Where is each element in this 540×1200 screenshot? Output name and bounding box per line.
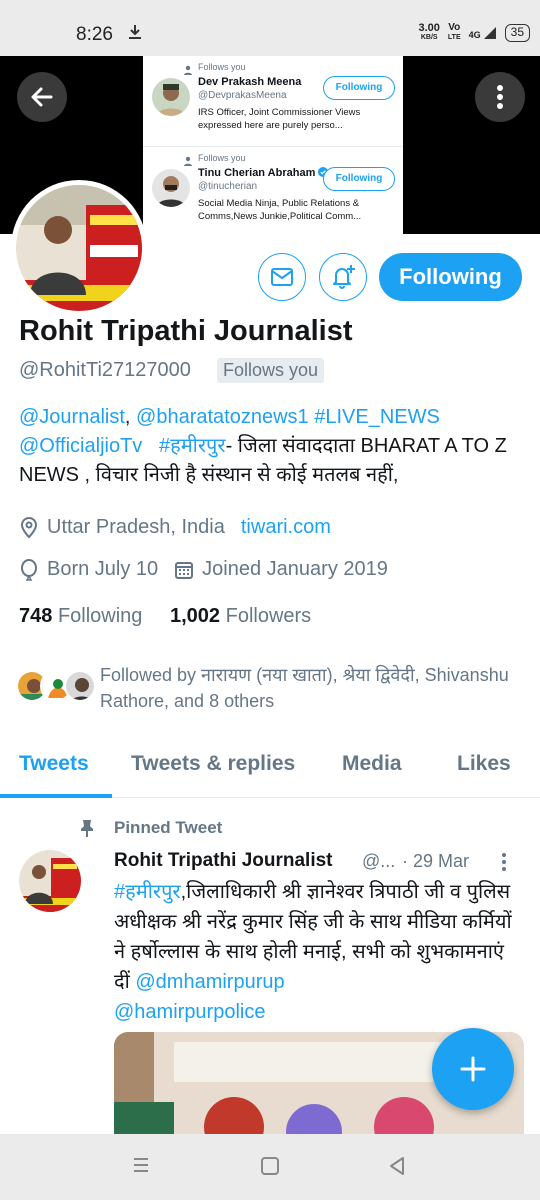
birthday-text: Born July 10 xyxy=(47,558,159,580)
bio-link[interactable]: #LIVE_NEWS xyxy=(314,406,440,428)
dates-row: Born July 10 Joined January 2019 xyxy=(19,558,388,581)
followers-count: 1,002 xyxy=(169,605,221,627)
followed-by-text: Followed by नारायण (नया खाता), श्रेया द्… xyxy=(100,665,509,711)
arrow-left-icon xyxy=(31,87,53,107)
tweet-mention[interactable]: @hamirpurpolice xyxy=(114,1001,265,1023)
more-vertical-icon xyxy=(497,85,503,109)
tab-tweets-and-replies[interactable]: Tweets & replies xyxy=(131,752,295,776)
tweet-text: #हमीरपुर,जिलाधिकारी श्री ज्ञानेश्वर त्रि… xyxy=(114,877,524,1027)
followers-stat[interactable]: 1,002 Followers xyxy=(170,605,311,627)
user-handle: @DevprakasMeena xyxy=(198,90,287,101)
tweet-date: · 29 Mar xyxy=(402,851,470,871)
tab-likes[interactable]: Likes xyxy=(457,752,511,776)
recents-button[interactable] xyxy=(132,1156,150,1179)
calendar-icon xyxy=(174,560,194,580)
location-text: Uttar Pradesh, India xyxy=(47,516,225,538)
compose-tweet-button[interactable] xyxy=(432,1028,514,1110)
network-speed-unit: KB/S xyxy=(420,34,438,41)
tweet-avatar[interactable] xyxy=(19,850,81,912)
tweet-author-handle: @... xyxy=(362,851,396,871)
followed-by-avatars xyxy=(16,670,96,706)
following-stat[interactable]: 748 Following xyxy=(19,605,142,627)
banner-image-card: Follows you Dev Prakash Meena @Devprakas… xyxy=(143,56,403,234)
follow-stats: 748 Following 1,002 Followers xyxy=(19,605,311,628)
home-square-icon xyxy=(261,1157,279,1175)
suggested-user-row: Follows you Tinu Cherian Abraham @tinuch… xyxy=(143,147,403,234)
bell-plus-icon xyxy=(333,265,355,289)
location-pin-icon xyxy=(19,516,39,539)
tweet-hashtag[interactable]: #हमीरपुर xyxy=(114,881,181,903)
suggested-user-row: Follows you Dev Prakash Meena @Devprakas… xyxy=(143,56,403,147)
following-button: Following xyxy=(323,76,395,100)
message-button[interactable] xyxy=(258,253,306,301)
user-handle: @tinucherian xyxy=(198,181,258,192)
status-indicators: 3.00 KB/S Vo LTE 4G 35 xyxy=(419,23,530,43)
follows-you-badge: Follows you xyxy=(217,358,325,383)
website-link[interactable]: tiwari.com xyxy=(241,516,331,539)
network-type: 4G xyxy=(468,30,481,40)
status-bar: 8:26 3.00 KB/S Vo LTE 4G 35 xyxy=(0,0,540,56)
network-speed-value: 3.00 xyxy=(418,22,440,34)
more-options-button[interactable] xyxy=(475,72,525,122)
bio-link[interactable]: #हमीरपुर xyxy=(159,435,226,457)
profile-name: Rohit Tripathi Journalist xyxy=(19,315,353,347)
mail-icon xyxy=(271,268,293,286)
menu-icon xyxy=(134,1158,148,1172)
following-count: 748 xyxy=(19,605,53,627)
status-time: 8:26 xyxy=(76,24,113,45)
followers-label: Followers xyxy=(225,605,312,627)
triangle-back-icon xyxy=(390,1157,404,1175)
signal-icon: 4G xyxy=(469,26,497,40)
tweet-author-name: Rohit Tripathi Journalist xyxy=(114,850,333,871)
user-name: Tinu Cherian Abraham xyxy=(198,167,329,179)
pin-icon xyxy=(78,818,96,843)
bio-separator: , xyxy=(124,406,137,428)
network-speed: 3.00 KB/S xyxy=(419,23,440,43)
profile-avatar[interactable] xyxy=(11,180,147,316)
home-button[interactable] xyxy=(260,1156,280,1181)
following-label: Following xyxy=(57,605,143,627)
back-nav-button[interactable] xyxy=(388,1156,406,1181)
battery-icon: 35 xyxy=(504,24,530,42)
bio-link[interactable]: @bharatatoznews1 xyxy=(136,406,309,428)
user-bio: Social Media Ninja, Public Relations & C… xyxy=(198,198,362,222)
location-row: Uttar Pradesh, India tiwari.com xyxy=(19,516,331,539)
tweet-options-button[interactable] xyxy=(500,852,508,877)
tweet-mention[interactable]: @dmhamirpurup xyxy=(135,971,284,993)
follows-you-label: Follows you xyxy=(198,62,246,72)
tab-media[interactable]: Media xyxy=(342,752,402,776)
follows-you-label: Follows you xyxy=(198,153,246,163)
lte-label: LTE xyxy=(447,34,461,41)
joined-text: Joined January 2019 xyxy=(202,558,388,580)
notifications-button[interactable] xyxy=(319,253,367,301)
profile-bio: @Journalist, @bharatatoznews1 #LIVE_NEWS… xyxy=(19,403,529,490)
user-name: Dev Prakash Meena xyxy=(198,76,302,88)
download-icon xyxy=(128,24,142,45)
avatar xyxy=(152,169,190,207)
tab-tweets[interactable]: Tweets xyxy=(19,752,89,776)
more-vertical-icon xyxy=(502,853,506,871)
bio-link[interactable]: @Journalist xyxy=(19,406,125,428)
avatar-image xyxy=(16,185,142,311)
person-icon xyxy=(183,153,193,171)
balloon-icon xyxy=(19,558,39,581)
system-navigation-bar xyxy=(0,1134,540,1200)
following-button[interactable]: Following xyxy=(379,253,522,301)
back-button[interactable] xyxy=(17,72,67,122)
profile-tabs: Tweets Tweets & replies Media Likes xyxy=(0,734,540,798)
user-bio: IRS Officer, Joint Commissioner Views ex… xyxy=(198,107,361,131)
volte-label: Vo xyxy=(448,22,461,33)
following-button: Following xyxy=(323,167,395,191)
profile-handle: @RohitTi27127000 xyxy=(19,359,191,381)
avatar xyxy=(152,78,190,116)
person-icon xyxy=(183,62,193,80)
volte-indicator: Vo LTE xyxy=(448,23,461,43)
pinned-tweet-label: Pinned Tweet xyxy=(114,818,223,837)
active-tab-indicator xyxy=(0,794,112,798)
bio-link[interactable]: @OfficialjioTv xyxy=(19,435,142,457)
plus-icon xyxy=(460,1056,486,1082)
user-name-text: Tinu Cherian Abraham xyxy=(198,167,316,179)
avatar xyxy=(64,670,96,702)
